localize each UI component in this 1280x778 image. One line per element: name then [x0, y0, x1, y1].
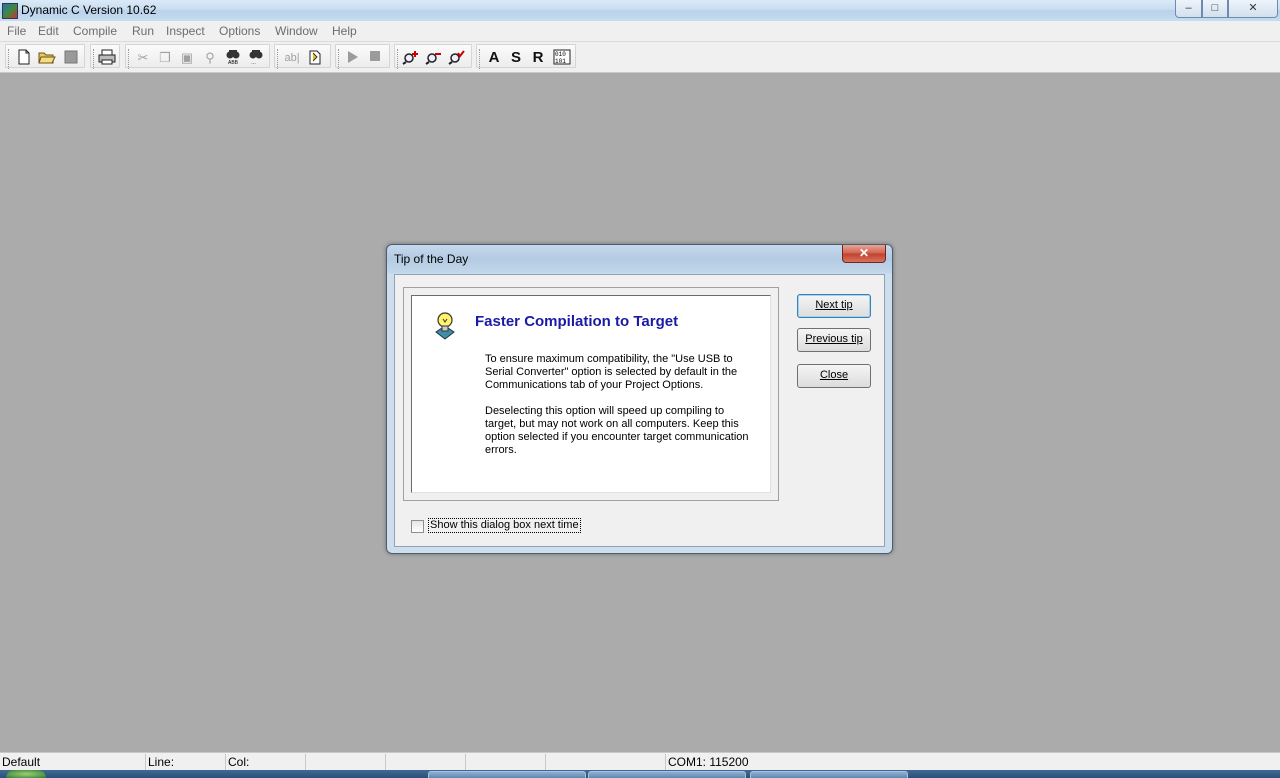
- title-bar: Dynamic C Version 10.62 – □ ✕: [0, 0, 1280, 22]
- paste-icon[interactable]: ▣: [178, 49, 196, 67]
- svg-text:010: 010: [555, 51, 566, 58]
- zoom-check-icon[interactable]: [448, 49, 466, 67]
- run-icon[interactable]: [344, 49, 362, 67]
- toolbar-replace-group: ab|: [274, 44, 331, 69]
- svg-text:101: 101: [555, 58, 566, 65]
- toolbar-run-group: [335, 44, 390, 69]
- stop-icon[interactable]: [366, 49, 384, 67]
- next-tip-button[interactable]: Next tip: [797, 294, 871, 318]
- menu-edit[interactable]: Edit: [38, 24, 59, 38]
- status-empty-4: [546, 754, 666, 770]
- window-title: Dynamic C Version 10.62: [21, 3, 157, 17]
- replace-icon[interactable]: ab|: [283, 49, 301, 67]
- toolbar-grip[interactable]: [479, 49, 483, 69]
- print-icon[interactable]: [98, 49, 116, 67]
- status-col: Col:: [226, 754, 306, 770]
- close-label: Close: [819, 369, 849, 381]
- copy-icon[interactable]: ❐: [156, 49, 174, 67]
- status-line: Line:: [146, 754, 226, 770]
- toolbar-asr-group: A S R 010 101: [476, 44, 576, 69]
- dialog-close-button[interactable]: ✕: [842, 245, 886, 263]
- tip-paragraph: Deselecting this option will speed up co…: [485, 405, 749, 456]
- taskbar-button[interactable]: [588, 771, 746, 778]
- toolbar-a-button[interactable]: A: [485, 49, 503, 67]
- menu-inspect[interactable]: Inspect: [166, 24, 205, 38]
- taskbar: [0, 770, 1280, 778]
- tip-frame: Faster Compilation to Target To ensure m…: [403, 287, 779, 501]
- tip-paragraph: To ensure maximum compatibility, the "Us…: [485, 353, 738, 391]
- toolbar-file-group: [5, 44, 85, 69]
- save-icon[interactable]: [62, 49, 80, 67]
- toolbar-r-button[interactable]: R: [529, 49, 547, 67]
- show-dialog-checkbox-label[interactable]: Show this dialog box next time: [428, 518, 581, 533]
- find-next-icon[interactable]: ABB: [224, 49, 242, 67]
- menu-options[interactable]: Options: [219, 24, 260, 38]
- status-port: COM1: 115200: [668, 755, 749, 769]
- menu-file[interactable]: File: [7, 24, 26, 38]
- menu-run[interactable]: Run: [132, 24, 154, 38]
- goto-icon[interactable]: [306, 49, 324, 67]
- tip-content-panel: Faster Compilation to Target To ensure m…: [411, 295, 771, 493]
- close-button[interactable]: Close: [797, 364, 871, 388]
- dialog-client-area: Faster Compilation to Target To ensure m…: [394, 274, 885, 547]
- toolbar-zoom-group: [394, 44, 472, 69]
- find-prev-icon[interactable]: …: [247, 49, 265, 67]
- open-folder-icon[interactable]: [38, 49, 56, 67]
- minimize-button[interactable]: –: [1175, 0, 1202, 18]
- toolbar-grip[interactable]: [277, 49, 281, 69]
- maximize-button[interactable]: □: [1202, 0, 1228, 18]
- toolbar-grip[interactable]: [8, 49, 12, 69]
- close-window-button[interactable]: ✕: [1228, 0, 1278, 18]
- menu-bar: File Edit Compile Run Inspect Options Wi…: [0, 21, 1280, 42]
- toolbar-grip[interactable]: [128, 49, 132, 69]
- toolbar-grip[interactable]: [93, 49, 97, 69]
- svg-text:…: …: [251, 60, 256, 65]
- tip-body: To ensure maximum compatibility, the "Us…: [485, 353, 755, 470]
- taskbar-button[interactable]: [750, 771, 908, 778]
- status-empty-2: [386, 754, 466, 770]
- zoom-in-icon[interactable]: [402, 49, 420, 67]
- find-icon[interactable]: ⚲: [201, 49, 219, 67]
- menu-compile[interactable]: Compile: [73, 24, 117, 38]
- lightbulb-icon: [432, 310, 456, 340]
- start-button[interactable]: [6, 770, 46, 778]
- cut-icon[interactable]: ✂: [134, 49, 152, 67]
- previous-tip-button[interactable]: Previous tip: [797, 328, 871, 352]
- svg-text:ABB: ABB: [228, 60, 239, 65]
- binary-icon[interactable]: 010 101: [553, 49, 571, 67]
- previous-tip-label: Previous tip: [805, 333, 863, 345]
- menu-window[interactable]: Window: [275, 24, 318, 38]
- toolbar: ✂ ❐ ▣ ⚲ ABB … ab| A S R 010 101: [0, 42, 1280, 73]
- toolbar-grip[interactable]: [338, 49, 342, 69]
- toolbar-print-group: [90, 44, 120, 69]
- toolbar-s-button[interactable]: S: [507, 49, 525, 67]
- new-file-icon[interactable]: [15, 49, 33, 67]
- status-empty-1: [306, 754, 386, 770]
- status-mode: Default: [0, 754, 146, 770]
- status-bar: Default Line: Col: COM1: 115200: [0, 752, 1280, 771]
- dialog-title: Tip of the Day: [394, 252, 469, 266]
- toolbar-edit-group: ✂ ❐ ▣ ⚲ ABB …: [125, 44, 270, 69]
- app-icon: [2, 3, 18, 19]
- tip-of-the-day-dialog: Tip of the Day ✕ Faster Compilation to T…: [386, 244, 893, 554]
- status-empty-3: [466, 754, 546, 770]
- tip-heading: Faster Compilation to Target: [475, 313, 679, 330]
- toolbar-grip[interactable]: [397, 49, 401, 69]
- next-tip-label: Next tip: [815, 299, 853, 311]
- zoom-out-icon[interactable]: [425, 49, 443, 67]
- menu-help[interactable]: Help: [332, 24, 357, 38]
- taskbar-button[interactable]: [428, 771, 586, 778]
- show-dialog-checkbox[interactable]: [411, 520, 424, 533]
